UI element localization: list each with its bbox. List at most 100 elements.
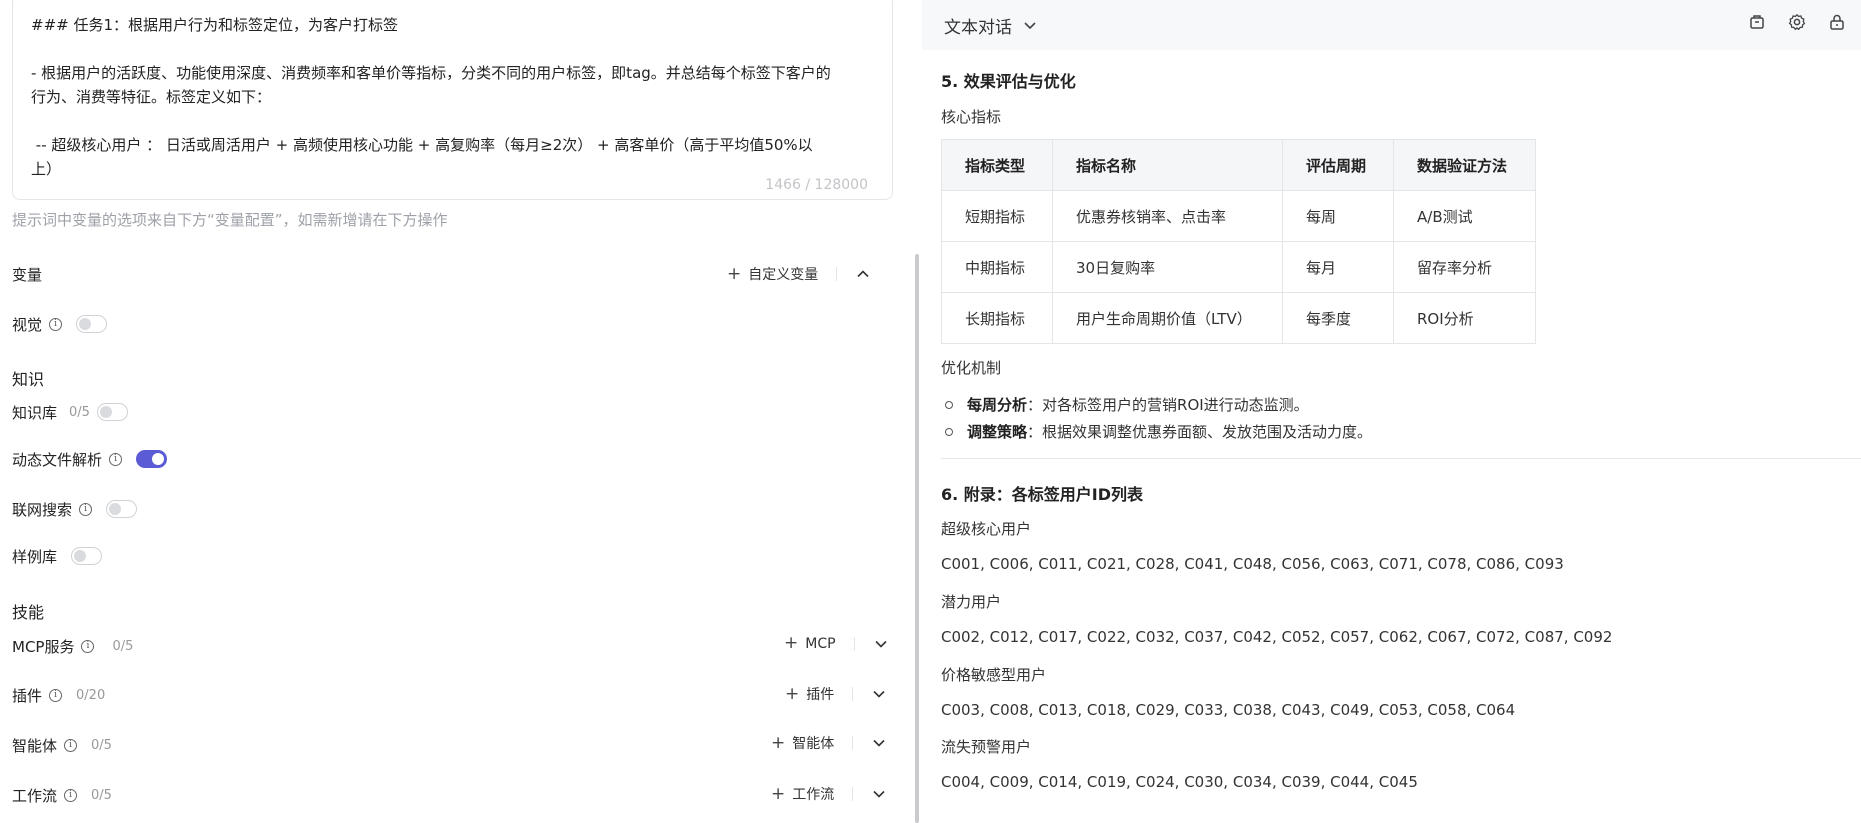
add-agent-label: 智能体	[792, 736, 835, 752]
panel-scrollbar[interactable]	[915, 254, 919, 823]
add-custom-variable-label: 自定义变量	[748, 267, 819, 283]
group-ids: C004, C009, C014, C019, C024, C030, C034…	[941, 773, 1418, 791]
chevron-down-icon[interactable]	[1022, 17, 1038, 33]
bullet-text: ：对各标签用户的营销ROI进行动态监测。	[1027, 396, 1309, 414]
skill-count: 0/5	[112, 638, 134, 654]
chevron-down-icon[interactable]	[871, 735, 887, 751]
web-search-row: 联网搜索 i	[12, 497, 138, 521]
skill-actions-mcp: + MCP	[784, 635, 889, 652]
knowledge-base-toggle[interactable]	[96, 403, 128, 421]
divider	[852, 736, 854, 750]
info-icon[interactable]: i	[64, 788, 78, 802]
bullet-bold: 每周分析	[967, 396, 1028, 414]
lock-icon[interactable]	[1825, 10, 1849, 34]
add-mcp-button[interactable]: + MCP	[784, 635, 836, 652]
list-item: 每周分析 ：对各标签用户的营销ROI进行动态监测。	[941, 391, 1372, 418]
table-header-cell: 评估周期	[1282, 139, 1394, 191]
list-item: 调整策略 ：根据效果调整优惠券面额、发放范围及活动力度。	[941, 418, 1372, 445]
dynamic-parse-label: 动态文件解析	[12, 450, 103, 469]
plus-icon: +	[771, 732, 786, 753]
chevron-down-icon[interactable]	[873, 636, 889, 652]
skills-title: 技能	[12, 603, 45, 622]
chat-preview-panel: 文本对话 5. 效果评估与优化 核心指标 指标类型 指标名称 评估周期 数据验证…	[922, 0, 1861, 823]
dynamic-parse-row: 动态文件解析 i	[12, 447, 168, 471]
table-header-cell: 数据验证方法	[1393, 139, 1536, 191]
info-icon[interactable]: i	[109, 452, 123, 466]
bullet-bold: 调整策略	[967, 423, 1028, 441]
knowledge-base-row: 知识库 0/5	[12, 400, 128, 424]
divider	[836, 267, 838, 281]
knowledge-base-count: 0/5	[69, 404, 90, 420]
sample-library-label: 样例库	[12, 547, 58, 566]
prompt-line: 上）	[31, 160, 62, 178]
header-toolbar	[1745, 10, 1849, 34]
prompt-line: - 根据用户的活跃度、功能使用深度、消费频率和客单价等指标，分类不同的用户标签，…	[31, 64, 831, 82]
add-plugin-label: 插件	[806, 687, 835, 703]
add-mcp-label: MCP	[805, 635, 836, 652]
group-ids: C002, C012, C017, C022, C032, C037, C042…	[941, 628, 1613, 646]
dynamic-parse-toggle[interactable]	[136, 450, 168, 468]
table-cell: 优惠券核销率、点击率	[1052, 190, 1283, 242]
add-workflow-button[interactable]: + 工作流	[771, 784, 834, 804]
skill-label: 插件	[12, 686, 43, 705]
knowledge-title: 知识	[12, 370, 45, 389]
table-header-row: 指标类型 指标名称 评估周期 数据验证方法	[941, 139, 1536, 191]
skill-count: 0/5	[91, 787, 112, 803]
prompt-line	[31, 37, 874, 61]
table-cell: ROI分析	[1393, 292, 1536, 344]
table-cell: 中期指标	[941, 241, 1053, 293]
info-icon[interactable]: i	[81, 639, 95, 653]
table-header-cell: 指标类型	[941, 139, 1053, 191]
info-icon[interactable]: i	[49, 317, 63, 331]
plus-icon: +	[785, 683, 800, 704]
bullet-icon	[945, 427, 953, 436]
add-custom-variable-button[interactable]: + 自定义变量	[727, 264, 818, 284]
group-ids: C003, C008, C013, C018, C029, C033, C038…	[941, 701, 1516, 719]
add-workflow-label: 工作流	[792, 787, 835, 803]
optimization-list: 每周分析 ：对各标签用户的营销ROI进行动态监测。 调整策略 ：根据效果调整优惠…	[941, 391, 1372, 445]
table-row: 中期指标 30日复购率 每月 留存率分析	[941, 241, 1536, 293]
table-cell: 用户生命周期价值（LTV）	[1052, 292, 1283, 344]
group-name: 超级核心用户	[941, 520, 1032, 538]
optimization-label: 优化机制	[941, 359, 1002, 377]
skill-actions-plugin: + 插件	[785, 684, 887, 704]
add-plugin-button[interactable]: + 插件	[785, 684, 834, 704]
vision-label: 视觉	[12, 315, 43, 334]
skill-row-workflow: 工作流 i 0/5	[12, 783, 112, 807]
chevron-down-icon[interactable]	[871, 686, 887, 702]
skill-count: 0/20	[76, 687, 106, 703]
skill-actions-workflow: + 工作流	[771, 784, 887, 804]
table-cell: 短期指标	[941, 190, 1053, 242]
prompt-line	[31, 109, 874, 133]
package-icon[interactable]	[1745, 10, 1769, 34]
table-header-cell: 指标名称	[1052, 139, 1283, 191]
divider	[852, 787, 854, 801]
info-icon[interactable]: i	[79, 502, 93, 516]
add-agent-button[interactable]: + 智能体	[771, 733, 834, 753]
chevron-down-icon[interactable]	[871, 786, 887, 802]
vision-toggle[interactable]	[76, 315, 108, 333]
info-icon[interactable]: i	[49, 688, 63, 702]
prompt-line: 行为、消费等特征。标签定义如下：	[31, 88, 272, 106]
chat-mode-selector[interactable]: 文本对话	[944, 13, 1012, 38]
info-icon[interactable]: i	[64, 738, 78, 752]
gear-icon[interactable]	[1785, 10, 1809, 34]
bullet-icon	[945, 400, 953, 409]
plus-icon: +	[771, 783, 786, 804]
chevron-up-icon[interactable]	[855, 266, 871, 282]
prompt-editor[interactable]: ### 任务1：根据用户行为和标签定位，为客户打标签 - 根据用户的活跃度、功能…	[12, 0, 893, 200]
web-search-toggle[interactable]	[106, 500, 138, 518]
skill-row-mcp: MCP服务 i 0/5	[12, 634, 133, 658]
table-cell: 长期指标	[941, 292, 1053, 344]
table-cell: 30日复购率	[1052, 241, 1283, 293]
sample-library-toggle[interactable]	[71, 547, 103, 565]
plus-icon: +	[784, 633, 799, 653]
metrics-table: 指标类型 指标名称 评估周期 数据验证方法 短期指标 优惠券核销率、点击率 每周…	[941, 139, 1536, 344]
char-counter: 1466 / 128000	[765, 177, 868, 193]
section-5-title: 5. 效果评估与优化	[941, 72, 1076, 91]
prompt-config-panel: ### 任务1：根据用户行为和标签定位，为客户打标签 - 根据用户的活跃度、功能…	[0, 0, 922, 823]
skill-row-agent: 智能体 i 0/5	[12, 733, 112, 757]
sample-library-row: 样例库	[12, 544, 103, 568]
web-search-label: 联网搜索	[12, 500, 73, 519]
divider	[852, 687, 854, 701]
